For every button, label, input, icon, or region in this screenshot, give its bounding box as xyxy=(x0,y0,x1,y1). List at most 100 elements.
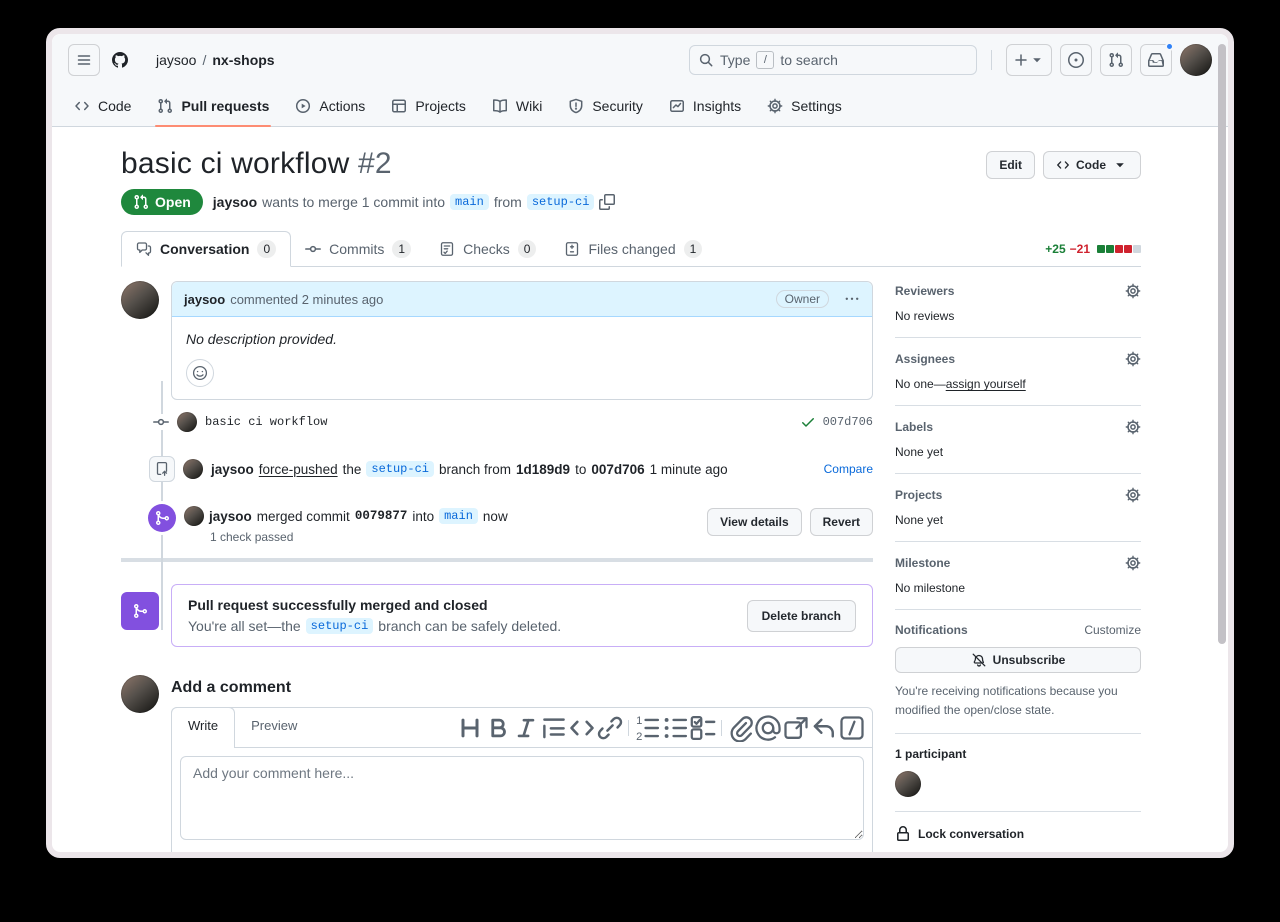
tab-commits[interactable]: Commits 1 xyxy=(291,232,425,266)
nav-tab-insights[interactable]: Insights xyxy=(659,86,751,126)
comment-textarea[interactable] xyxy=(180,756,864,840)
breadcrumb-owner[interactable]: jaysoo xyxy=(156,52,196,68)
user-avatar[interactable] xyxy=(1180,44,1212,76)
nav-tab-actions[interactable]: Actions xyxy=(285,86,375,126)
tasklist-icon[interactable] xyxy=(689,714,717,742)
svg-text:2: 2 xyxy=(636,730,642,741)
customize-link[interactable]: Customize xyxy=(1084,623,1141,637)
banner-branch-label[interactable]: setup-ci xyxy=(306,618,374,634)
timeline-commit-item: basic ci workflow 007d706 xyxy=(153,412,873,432)
global-nav-menu-button[interactable] xyxy=(68,44,100,76)
inbox-icon xyxy=(1148,52,1164,68)
nav-tab-projects[interactable]: Projects xyxy=(381,86,476,126)
commit-hash[interactable]: 007d706 xyxy=(823,415,873,429)
preview-tab[interactable]: Preview xyxy=(235,708,313,747)
push-author-avatar[interactable] xyxy=(183,459,203,479)
compare-link[interactable]: Compare xyxy=(824,462,873,476)
github-logo-icon[interactable] xyxy=(112,44,144,76)
repo-push-icon-badge xyxy=(149,456,175,482)
diffstat: +25 −21 xyxy=(1045,242,1141,266)
gear-icon[interactable] xyxy=(1125,419,1141,435)
milestone-value: No milestone xyxy=(895,581,1141,595)
mention-icon[interactable] xyxy=(754,714,782,742)
assign-yourself-link[interactable]: assign yourself xyxy=(946,377,1026,391)
nav-tab-settings[interactable]: Settings xyxy=(757,86,852,126)
revert-button[interactable]: Revert xyxy=(810,508,873,536)
pull-requests-button[interactable] xyxy=(1100,44,1132,76)
merge-author[interactable]: jaysoo xyxy=(209,509,252,524)
tab-files-changed[interactable]: Files changed 1 xyxy=(550,232,716,266)
code-icon[interactable] xyxy=(568,714,596,742)
force-pushed-link[interactable]: force-pushed xyxy=(259,462,338,477)
sidebar-section-reviewers: Reviewers No reviews xyxy=(895,281,1141,338)
pr-author[interactable]: jaysoo xyxy=(213,194,257,210)
check-status-note[interactable]: 1 check passed xyxy=(210,530,508,544)
push-author[interactable]: jaysoo xyxy=(211,462,254,477)
gear-icon[interactable] xyxy=(1125,351,1141,367)
merged-banner-box: Pull request successfully merged and clo… xyxy=(171,584,873,647)
saved-replies-icon[interactable] xyxy=(838,714,866,742)
ordered-list-icon[interactable]: 12 xyxy=(633,714,661,742)
add-reaction-button[interactable] xyxy=(186,359,214,387)
copy-icon[interactable] xyxy=(599,194,615,210)
gear-icon[interactable] xyxy=(1125,555,1141,571)
comment-author-avatar[interactable] xyxy=(121,281,159,319)
push-branch-label[interactable]: setup-ci xyxy=(366,461,434,477)
attachment-icon[interactable] xyxy=(726,714,754,742)
gear-icon[interactable] xyxy=(1125,487,1141,503)
gear-icon[interactable] xyxy=(1125,283,1141,299)
commit-message[interactable]: basic ci workflow xyxy=(205,415,327,429)
inbox-button[interactable] xyxy=(1140,44,1172,76)
current-user-avatar[interactable] xyxy=(121,675,159,713)
lock-conversation-button[interactable]: Lock conversation xyxy=(895,812,1141,852)
reply-icon[interactable] xyxy=(810,714,838,742)
italic-icon[interactable] xyxy=(512,714,540,742)
push-old-hash[interactable]: 1d189d9 xyxy=(516,462,570,477)
issues-button[interactable] xyxy=(1060,44,1092,76)
git-commit-icon xyxy=(305,241,321,257)
quote-icon[interactable] xyxy=(540,714,568,742)
kebab-icon[interactable] xyxy=(844,291,860,307)
timeline-state-divider xyxy=(121,558,873,562)
create-new-button[interactable] xyxy=(1006,44,1052,76)
write-tab[interactable]: Write xyxy=(171,707,235,748)
notification-dot xyxy=(1165,42,1174,51)
toolbar-divider xyxy=(628,720,629,736)
unsubscribe-button[interactable]: Unsubscribe xyxy=(895,647,1141,673)
pr-header: basic ci workflow #2 Edit Code xyxy=(121,147,1141,181)
merge-author-avatar[interactable] xyxy=(184,506,204,526)
tab-conversation[interactable]: Conversation 0 xyxy=(121,231,291,267)
nav-tab-security[interactable]: Security xyxy=(558,86,653,126)
slash-key: / xyxy=(756,51,774,69)
view-details-button[interactable]: View details xyxy=(707,508,801,536)
base-branch-label[interactable]: main xyxy=(450,194,489,210)
commit-author-avatar[interactable] xyxy=(177,412,197,432)
comment-meta: commented 2 minutes ago xyxy=(230,292,383,307)
search-icon xyxy=(698,52,714,68)
merge-branch-label[interactable]: main xyxy=(439,508,478,524)
heading-icon[interactable] xyxy=(456,714,484,742)
link-icon[interactable] xyxy=(596,714,624,742)
sidebar-section-assignees: Assignees No one—assign yourself xyxy=(895,338,1141,406)
play-icon xyxy=(295,98,311,114)
breadcrumb-repo[interactable]: nx-shops xyxy=(212,52,274,68)
bold-icon[interactable] xyxy=(484,714,512,742)
cross-reference-icon[interactable] xyxy=(782,714,810,742)
nav-tab-wiki[interactable]: Wiki xyxy=(482,86,552,126)
comment-author[interactable]: jaysoo xyxy=(184,292,225,307)
search-input[interactable]: Type / to search xyxy=(689,45,977,75)
nav-tab-code[interactable]: Code xyxy=(64,86,141,126)
code-dropdown-button[interactable]: Code xyxy=(1043,151,1141,179)
nav-tab-pull-requests[interactable]: Pull requests xyxy=(147,86,279,126)
scrollbar-thumb[interactable] xyxy=(1218,44,1226,644)
checklist-icon xyxy=(439,241,455,257)
head-branch-label[interactable]: setup-ci xyxy=(527,194,595,210)
tab-checks[interactable]: Checks 0 xyxy=(425,232,550,266)
merged-banner: Pull request successfully merged and clo… xyxy=(121,584,873,647)
participant-avatar[interactable] xyxy=(895,771,921,797)
unordered-list-icon[interactable] xyxy=(661,714,689,742)
push-new-hash[interactable]: 007d706 xyxy=(591,462,644,477)
delete-branch-button[interactable]: Delete branch xyxy=(747,600,856,632)
edit-button[interactable]: Edit xyxy=(986,151,1035,179)
merge-commit-hash[interactable]: 0079877 xyxy=(355,509,408,523)
